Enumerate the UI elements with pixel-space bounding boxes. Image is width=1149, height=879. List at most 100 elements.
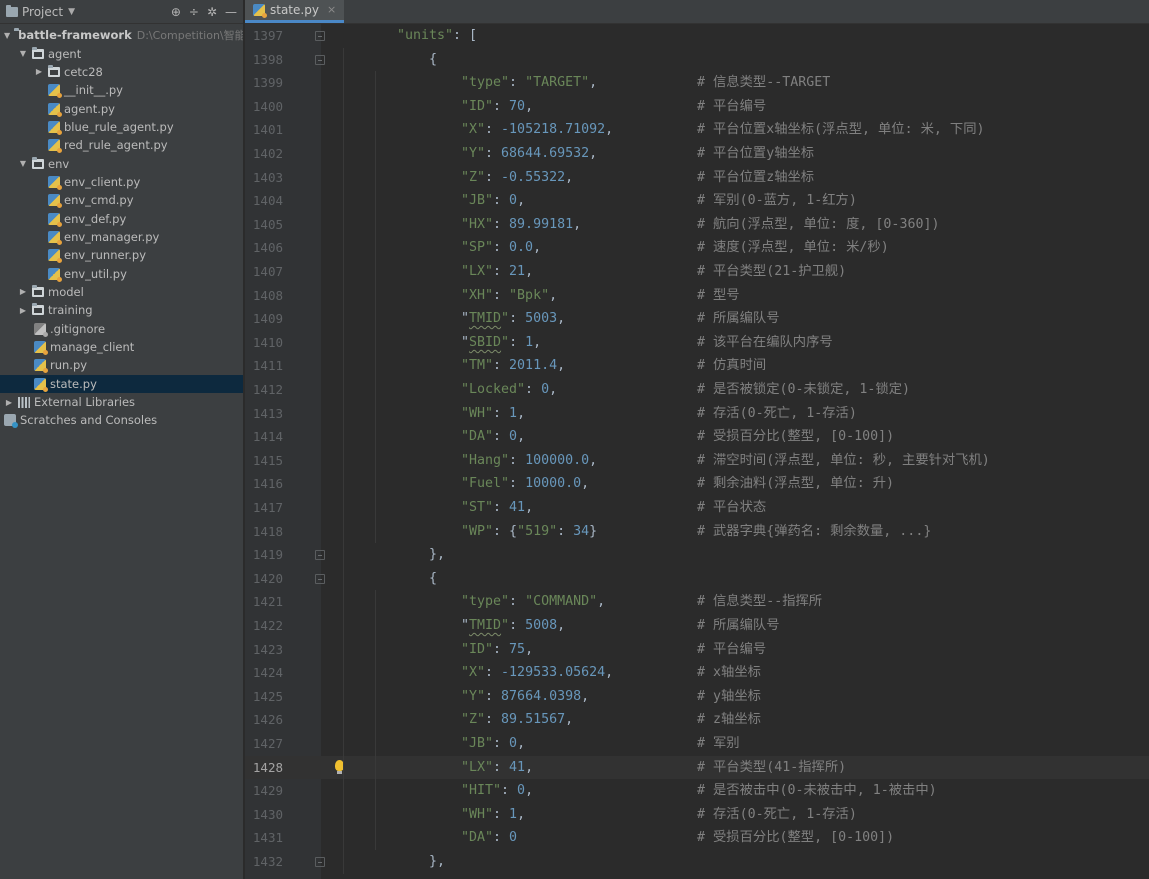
code-line[interactable]: 1400 "ID": 70, # 平台编号 — [245, 94, 1149, 119]
expand-arrow-icon[interactable]: ▼ — [18, 159, 28, 168]
code-line[interactable]: 1427 "JB": 0, # 军别 — [245, 732, 1149, 756]
hide-icon[interactable]: — — [225, 5, 237, 19]
code-token: "WH" — [461, 405, 494, 421]
code-line[interactable]: 1399 "type": "TARGET", # 信息类型--TARGET — [245, 71, 1149, 95]
expand-arrow-icon[interactable]: ▼ — [18, 49, 28, 58]
code-line[interactable]: 1426 "Z": 89.51567, # z轴坐标 — [245, 708, 1149, 732]
tree-item[interactable]: ▼ env — [0, 154, 243, 172]
tree-item[interactable]: ▶ training — [0, 301, 243, 319]
code-line[interactable]: 1403 "Z": -0.55322, # 平台位置z轴坐标 — [245, 165, 1149, 190]
indent-guide — [375, 472, 376, 496]
code-line[interactable]: 1408 "XH": "Bpk", # 型号 — [245, 283, 1149, 308]
indent-guide — [343, 637, 344, 662]
code-comment: # 受损百分比(整型, [0-100]) — [697, 429, 895, 445]
fold-marker-icon[interactable] — [315, 54, 325, 65]
code-line[interactable]: 1421 "type": "COMMAND", # 信息类型--指挥所 — [245, 590, 1149, 614]
code-line[interactable]: 1418 "WP": {"519": 34} # 武器字典{弹药名: 剩余数量, .… — [245, 519, 1149, 544]
tree-item[interactable]: ▶ cetc28 — [0, 63, 243, 81]
code-line[interactable]: 1414 "DA": 0, # 受损百分比(整型, [0-100]) — [245, 425, 1149, 449]
code-comment: # 军别 — [697, 736, 740, 751]
chevron-down-icon[interactable]: ▼ — [68, 7, 75, 17]
code-line[interactable]: 1432}, — [245, 850, 1149, 874]
code-line[interactable]: 1398 { — [245, 47, 1149, 72]
code-token: : — [493, 500, 510, 515]
code-text: "Y": 68644.69532, — [461, 142, 597, 166]
code-token: "DA" — [461, 830, 494, 846]
code-token: : — [509, 75, 526, 91]
settings-icon[interactable]: ✲ — [207, 5, 217, 19]
code-line[interactable]: 1407 "LX": 21, # 平台类型(21-护卫舰) — [245, 260, 1149, 284]
code-line[interactable]: 1428 "LX": 41, # 平台类型(41-指挥所) — [245, 755, 1149, 780]
code-line[interactable]: 1412 "Locked": 0, # 是否被锁定(0-未锁定, 1-锁定) — [245, 378, 1149, 402]
indent-guide — [343, 118, 344, 142]
code-line[interactable]: 1431 "DA": 0 # 受损百分比(整型, [0-100]) — [245, 826, 1149, 850]
code-line[interactable]: 1420 { — [245, 566, 1149, 591]
code-token: , — [517, 405, 526, 421]
code-line[interactable]: 1416 "Fuel": 10000.0, # 剩余油料(浮点型, 单位: 升) — [245, 472, 1149, 496]
tree-item[interactable]: run.py — [0, 356, 243, 374]
expand-arrow-icon[interactable]: ▼ — [4, 31, 10, 40]
code-line[interactable]: 1411 "TM": 2011.4, # 仿真时间 — [245, 354, 1149, 378]
code-line[interactable]: 1419}, — [245, 543, 1149, 567]
tree-item[interactable]: __init__.py — [0, 81, 243, 99]
collapse-arrow-icon[interactable]: ▶ — [18, 306, 28, 315]
locate-icon[interactable]: ⊕ — [171, 5, 181, 19]
code-token: : — [493, 641, 510, 657]
collapse-arrow-icon[interactable]: ▶ — [34, 67, 44, 76]
code-line[interactable]: 1415 "Hang": 100000.0, # 滞空时间(浮点型, 单位: 秒, … — [245, 448, 1149, 473]
code-line[interactable]: 1422 "TMID": 5008, # 所属编队号 — [245, 614, 1149, 638]
tree-item[interactable]: env_manager.py — [0, 228, 243, 246]
code-token: : — [485, 665, 502, 681]
code-text: "HIT": 0, — [461, 779, 533, 803]
tree-item[interactable]: env_cmd.py — [0, 191, 243, 209]
tree-item[interactable]: ▶ External Libraries — [0, 393, 243, 411]
fold-marker-icon[interactable] — [315, 573, 325, 584]
tree-item[interactable]: state.py — [0, 374, 243, 393]
tree-item[interactable]: ▼ battle-framework D:\Competition\智能体 — [0, 26, 243, 44]
tree-item[interactable]: manage_client — [0, 338, 243, 356]
tree-item[interactable]: red_rule_agent.py — [0, 136, 243, 154]
indent-guide — [343, 543, 344, 567]
code-line[interactable]: 1424 "X": -129533.05624, # x轴坐标 — [245, 661, 1149, 685]
code-line[interactable]: 1429 "HIT": 0, # 是否被击中(0-未被击中, 1-被击中) — [245, 779, 1149, 803]
code-line[interactable]: 1406 "SP": 0.0, # 速度(浮点型, 单位: 米/秒) — [245, 236, 1149, 260]
tree-item[interactable]: blue_rule_agent.py — [0, 118, 243, 136]
tree-item[interactable]: ▶ model — [0, 283, 243, 301]
line-number: 1399 — [252, 75, 283, 91]
code-comment: # 存活(0-死亡, 1-存活) — [697, 806, 857, 822]
tree-item[interactable]: .gitignore — [0, 320, 243, 338]
line-number: 1416 — [252, 476, 283, 492]
code-line[interactable]: 1425 "Y": 87664.0398, # y轴坐标 — [245, 684, 1149, 709]
code-line[interactable]: 1430 "WH": 1, # 存活(0-死亡, 1-存活) — [245, 802, 1149, 827]
tree-item[interactable]: agent.py — [0, 99, 243, 117]
code-line[interactable]: 1417 "ST": 41, # 平台状态 — [245, 496, 1149, 520]
fold-marker-icon[interactable] — [315, 857, 325, 867]
code-editor[interactable]: 1397 "units": [1398 {1399 "type": "TARGET",… — [245, 24, 1149, 879]
tree-item[interactable]: env_def.py — [0, 209, 243, 227]
fold-marker-icon[interactable] — [315, 31, 325, 41]
tree-item[interactable]: ▼ agent — [0, 44, 243, 62]
indent-guide — [375, 236, 376, 260]
code-line[interactable]: 1405 "HX": 89.99181, # 航向(浮点型, 单位: 度, [0-3… — [245, 212, 1149, 237]
close-icon[interactable]: × — [327, 3, 336, 16]
collapse-icon[interactable]: ÷ — [189, 5, 199, 19]
code-line[interactable]: 1402 "Y": 68644.69532, # 平台位置y轴坐标 — [245, 142, 1149, 166]
tree-item[interactable]: env_client.py — [0, 173, 243, 191]
code-text: "ST": 41, — [461, 496, 533, 520]
collapse-arrow-icon[interactable]: ▶ — [4, 398, 14, 407]
code-line[interactable]: 1409 "TMID": 5003, # 所属编队号 — [245, 307, 1149, 331]
tree-item[interactable]: Scratches and Consoles — [0, 411, 243, 429]
fold-marker-icon[interactable] — [315, 550, 325, 561]
code-line[interactable]: 1423 "ID": 75, # 平台编号 — [245, 637, 1149, 662]
project-view-selector[interactable]: Project — [22, 5, 63, 19]
collapse-arrow-icon[interactable]: ▶ — [18, 287, 28, 296]
tree-item[interactable]: env_runner.py — [0, 246, 243, 264]
code-line[interactable]: 1410 "SBID": 1, # 该平台在编队内序号 — [245, 330, 1149, 355]
tree-item-label: Scratches and Consoles — [20, 413, 158, 428]
code-line[interactable]: 1401 "X": -105218.71092, # 平台位置x轴坐标(浮点型, 单… — [245, 118, 1149, 142]
code-line[interactable]: 1404 "JB": 0, # 军别(0-蓝方, 1-红方) — [245, 189, 1149, 213]
code-line[interactable]: 1413 "WH": 1, # 存活(0-死亡, 1-存活) — [245, 401, 1149, 426]
tab-state-py[interactable]: state.py × — [245, 0, 345, 23]
tree-item[interactable]: env_util.py — [0, 264, 243, 282]
code-line[interactable]: 1397 "units": [ — [245, 24, 1149, 48]
